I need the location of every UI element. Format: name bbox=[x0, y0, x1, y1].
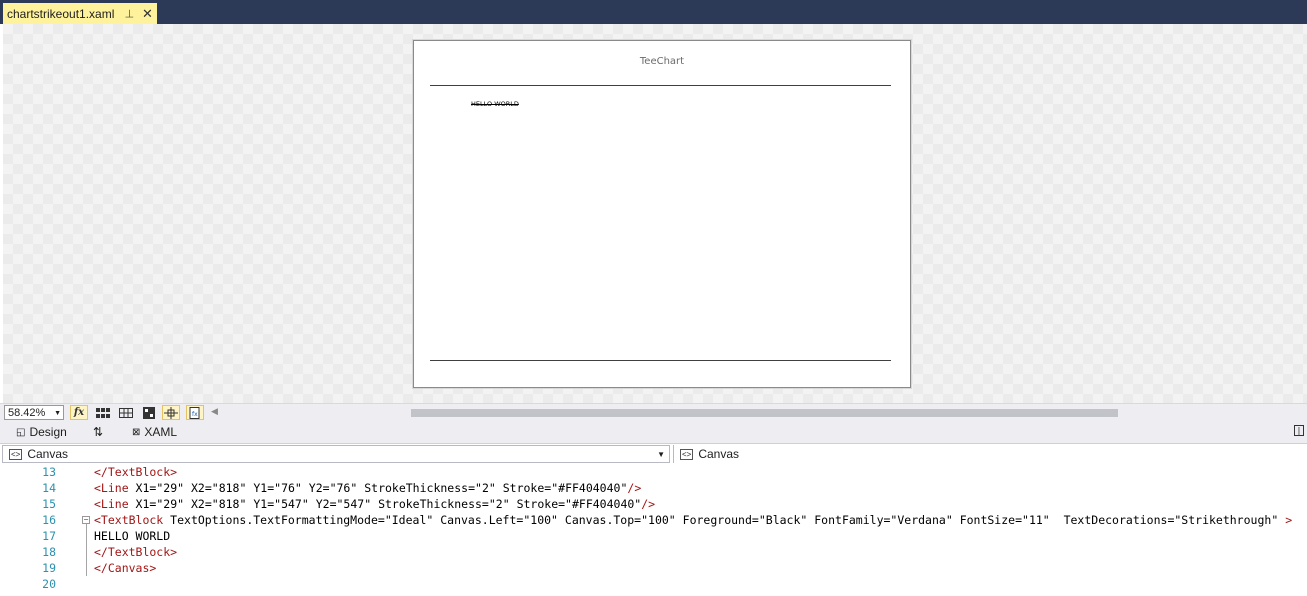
code-line[interactable]: 15 <Line X1="29" X2="818" Y1="547" Y2="54… bbox=[0, 496, 1307, 512]
pane-tabs: ◱ Design ⇅ ⊠ XAML | bbox=[0, 421, 1307, 443]
swap-panes-button[interactable]: ⇅ bbox=[93, 423, 103, 441]
line-number: 15 bbox=[42, 497, 56, 511]
document-tab-strip: chartstrikeout1.xaml ⊣ ✕ bbox=[0, 0, 1307, 24]
tab-design-label: Design bbox=[29, 425, 67, 439]
element-icon: <> bbox=[9, 448, 23, 460]
chart-title: TeeChart bbox=[639, 56, 685, 67]
design-surface[interactable]: TeeChart HELLO WORLD bbox=[3, 24, 1307, 403]
code-line[interactable]: 13 </TextBlock> bbox=[0, 464, 1307, 480]
tab-xaml-label: XAML bbox=[144, 425, 178, 439]
document-tab[interactable]: chartstrikeout1.xaml ⊣ ✕ bbox=[3, 3, 157, 24]
code-line[interactable]: 17 HELLO WORLD bbox=[0, 528, 1307, 544]
chevron-down-icon: ▼ bbox=[54, 410, 61, 417]
code-line[interactable]: 20 bbox=[0, 576, 1307, 592]
bottom-line bbox=[430, 360, 891, 361]
swap-icon: ⇅ bbox=[93, 425, 104, 439]
pin-icon[interactable]: ⊣ bbox=[123, 9, 136, 19]
artboard-background-icon[interactable] bbox=[140, 405, 158, 420]
tab-design[interactable]: ◱ Design bbox=[16, 423, 67, 441]
close-icon[interactable]: ✕ bbox=[142, 6, 153, 22]
top-line bbox=[430, 85, 891, 86]
hello-world-text[interactable]: HELLO WORLD bbox=[471, 100, 519, 108]
line-number: 18 bbox=[42, 545, 56, 559]
element-icon: <> bbox=[680, 448, 694, 460]
zoom-value: 58.42% bbox=[8, 407, 46, 419]
effects-icon[interactable]: fx bbox=[186, 405, 204, 420]
line-number: 20 bbox=[42, 577, 56, 591]
design-icon: ◱ bbox=[16, 426, 26, 438]
snap-snaplines-icon[interactable] bbox=[162, 405, 180, 420]
line-number: 19 bbox=[42, 561, 56, 575]
code-line[interactable]: 14 <Line X1="29" X2="818" Y1="76" Y2="76"… bbox=[0, 480, 1307, 496]
scroll-left-icon[interactable]: ◀ bbox=[211, 407, 218, 417]
code-text: <TextBlock TextOptions.TextFormattingMod… bbox=[94, 513, 1293, 527]
canvas-preview[interactable]: TeeChart HELLO WORLD bbox=[413, 40, 911, 388]
line-number: 14 bbox=[42, 481, 56, 495]
code-text: </TextBlock> bbox=[94, 465, 178, 479]
collapse-icon[interactable]: − bbox=[82, 516, 90, 524]
code-line[interactable]: 16 − <TextBlock TextOptions.TextFormatting… bbox=[0, 512, 1307, 528]
code-text: </TextBlock> bbox=[94, 545, 178, 559]
zoom-dropdown[interactable]: 58.42% ▼ bbox=[4, 405, 64, 420]
code-text: HELLO WORLD bbox=[94, 529, 171, 543]
grid-icon[interactable] bbox=[94, 405, 112, 420]
navigation-bar: <> Canvas ▼ <> Canvas bbox=[0, 443, 1307, 465]
tab-xaml[interactable]: ⊠ XAML bbox=[132, 423, 177, 441]
line-number: 13 bbox=[42, 465, 56, 479]
xaml-icon: ⊠ bbox=[132, 426, 141, 438]
chevron-down-icon: ▼ bbox=[657, 449, 665, 459]
xaml-code-editor[interactable]: 13 </TextBlock> 14 <Line X1="29" X2="818" Y… bbox=[0, 464, 1307, 596]
code-text: <Line X1="29" X2="818" Y1="76" Y2="76" S… bbox=[94, 481, 642, 495]
svg-text:fx: fx bbox=[192, 411, 198, 418]
designer-toolbar: 58.42% ▼ fx fx ◀ bbox=[0, 403, 1307, 422]
element-scope-value: Canvas bbox=[27, 447, 69, 461]
code-line[interactable]: 18 </TextBlock> bbox=[0, 544, 1307, 560]
fx-formula-icon[interactable]: fx bbox=[70, 405, 88, 420]
code-line[interactable]: 19 </Canvas> bbox=[0, 560, 1307, 576]
horizontal-scrollbar-thumb[interactable] bbox=[411, 409, 1118, 417]
element-member-dropdown[interactable]: <> Canvas bbox=[673, 445, 1307, 463]
line-number: 17 bbox=[42, 529, 56, 543]
element-member-value: Canvas bbox=[698, 447, 740, 461]
code-text: <Line X1="29" X2="818" Y1="547" Y2="547"… bbox=[94, 497, 656, 511]
snap-grid-icon[interactable] bbox=[117, 405, 135, 420]
element-scope-dropdown[interactable]: <> Canvas ▼ bbox=[2, 445, 670, 463]
document-tab-title[interactable]: chartstrikeout1.xaml bbox=[7, 7, 114, 21]
split-view-icon[interactable]: | bbox=[1294, 425, 1304, 436]
line-number: 16 bbox=[42, 513, 56, 527]
code-text: </Canvas> bbox=[94, 561, 157, 575]
